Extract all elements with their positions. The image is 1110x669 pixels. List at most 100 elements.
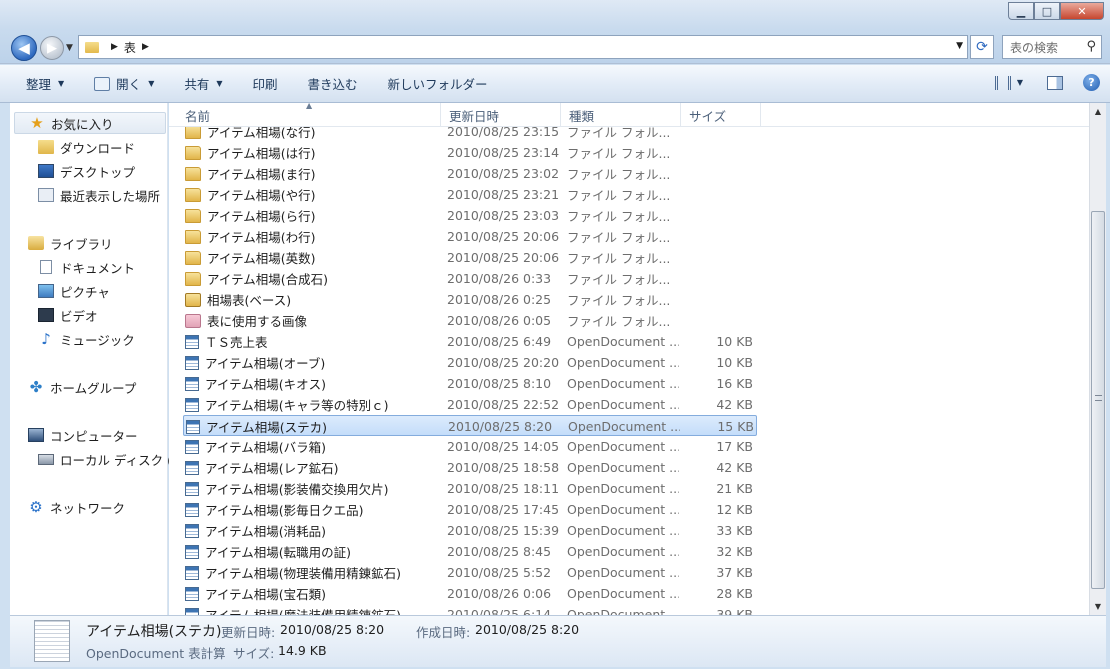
search-input[interactable]: 表の検索 ⚲	[1002, 35, 1102, 59]
nav-label: ビデオ	[60, 308, 98, 324]
file-row[interactable]: 表に使用する画像 2010/08/26 0:05 ファイル フォル...	[183, 310, 757, 331]
column-header-date[interactable]: 更新日時	[441, 103, 561, 127]
nav-homegroup[interactable]: ✤ ホームグループ	[28, 376, 137, 398]
file-list: アイテム相場(な行) 2010/08/25 23:15 ファイル フォル... アイテ…	[169, 127, 1089, 615]
file-row[interactable]: アイテム相場(オーブ) 2010/08/25 20:20 OpenDocument …	[183, 352, 757, 373]
file-row[interactable]: ＴＳ売上表 2010/08/25 6:49 OpenDocument ... 10 K…	[183, 331, 757, 352]
view-options-icon[interactable]	[994, 75, 1011, 90]
file-row[interactable]: アイテム相場(や行) 2010/08/25 23:21 ファイル フォル...	[183, 184, 757, 205]
search-icon[interactable]: ⚲	[1086, 39, 1096, 54]
file-row[interactable]: アイテム相場(ステカ) 2010/08/25 8:20 OpenDocument .…	[183, 415, 757, 436]
nav-label: ミュージック	[60, 332, 135, 348]
vertical-scrollbar[interactable]: ▲ ▼	[1089, 103, 1106, 615]
file-row[interactable]: アイテム相場(消耗品) 2010/08/25 15:39 OpenDocument …	[183, 520, 757, 541]
nav-documents[interactable]: ドキュメント	[38, 256, 135, 278]
file-row[interactable]: アイテム相場(な行) 2010/08/25 23:15 ファイル フォル...	[183, 127, 757, 142]
file-date-cell: 2010/08/25 20:06	[447, 250, 560, 265]
file-row[interactable]: アイテム相場(転職用の証) 2010/08/25 8:45 OpenDocument…	[183, 541, 757, 562]
print-button[interactable]: 印刷	[253, 74, 278, 93]
file-row[interactable]: アイテム相場(わ行) 2010/08/25 20:06 ファイル フォル...	[183, 226, 757, 247]
file-date-cell: 2010/08/25 22:52	[447, 397, 560, 412]
details-modified-label: 更新日時:	[221, 625, 276, 640]
nav-network[interactable]: ⚙ ネットワーク	[28, 496, 125, 518]
burn-button[interactable]: 書き込む	[308, 74, 358, 93]
share-button[interactable]: 共有 ▼	[184, 74, 222, 93]
file-date-cell: 2010/08/25 20:06	[447, 229, 560, 244]
file-row[interactable]: アイテム相場(は行) 2010/08/25 23:14 ファイル フォル...	[183, 142, 757, 163]
file-row[interactable]: 相場表(ベース) 2010/08/26 0:25 ファイル フォル...	[183, 289, 757, 310]
folder-icon	[185, 166, 201, 181]
nav-label: コンピューター	[50, 428, 138, 444]
refresh-button[interactable]: ⟳	[970, 35, 994, 59]
column-header-type[interactable]: 種類	[561, 103, 681, 127]
file-row[interactable]: アイテム相場(ら行) 2010/08/25 23:03 ファイル フォル...	[183, 205, 757, 226]
file-size-cell	[683, 247, 753, 268]
nav-favorites[interactable]: ★ お気に入り	[14, 112, 166, 134]
maximize-button[interactable]: □	[1034, 2, 1060, 20]
back-button[interactable]: ◀	[11, 35, 37, 61]
breadcrumb-chevron-icon[interactable]: ▶	[142, 42, 149, 52]
file-name-cell: アイテム相場(消耗品)	[185, 520, 437, 541]
new-folder-button[interactable]: 新しいフォルダー	[388, 74, 488, 93]
file-row[interactable]: アイテム相場(宝石類) 2010/08/26 0:06 OpenDocument .…	[183, 583, 757, 604]
forward-button[interactable]: ▶	[40, 36, 64, 60]
breadcrumb-item[interactable]: 表	[124, 39, 136, 56]
breadcrumb-chevron-icon[interactable]: ▶	[111, 42, 118, 52]
file-row[interactable]: アイテム相場(魔法装備用精錬鉱石) 2010/08/25 6:14 OpenDocu…	[183, 604, 757, 615]
nav-local-disk[interactable]: ローカル ディスク (	[38, 448, 172, 470]
nav-pictures[interactable]: ピクチャ	[38, 280, 110, 302]
folder-icon	[185, 208, 201, 223]
file-name: 相場表(ベース)	[207, 293, 292, 308]
nav-recent-places[interactable]: 最近表示した場所	[38, 184, 160, 206]
file-size-cell	[683, 205, 753, 226]
star-icon: ★	[30, 114, 44, 132]
nav-desktop[interactable]: デスクトップ	[38, 160, 135, 182]
file-date-cell: 2010/08/25 6:49	[447, 334, 552, 349]
folder-icon	[185, 187, 201, 202]
file-row[interactable]: アイテム相場(キオス) 2010/08/25 8:10 OpenDocument .…	[183, 373, 757, 394]
organize-button[interactable]: 整理 ▼	[26, 74, 64, 93]
file-name: アイテム相場(キオス)	[205, 377, 327, 392]
file-size-cell	[683, 127, 753, 142]
nav-music[interactable]: ♪ ミュージック	[38, 328, 135, 350]
file-row[interactable]: アイテム相場(バラ箱) 2010/08/25 14:05 OpenDocument …	[183, 436, 757, 457]
column-header-size[interactable]: サイズ	[681, 103, 761, 127]
minimize-button[interactable]: ▁	[1008, 2, 1034, 20]
recent-pages-dropdown[interactable]: ▼	[66, 43, 73, 53]
chevron-down-icon[interactable]: ▼	[1017, 78, 1023, 87]
close-button[interactable]: ✕	[1060, 2, 1104, 20]
scroll-down-arrow-icon[interactable]: ▼	[1090, 598, 1106, 615]
file-row[interactable]: アイテム相場(影毎日クエ品) 2010/08/25 17:45 OpenDocume…	[183, 499, 757, 520]
scroll-up-arrow-icon[interactable]: ▲	[1090, 103, 1106, 120]
file-date-cell: 2010/08/25 20:20	[447, 355, 560, 370]
file-name-cell: アイテム相場(ま行)	[185, 163, 437, 184]
open-button[interactable]: 開く ▼	[94, 74, 154, 93]
nav-libraries[interactable]: ライブラリ	[28, 232, 113, 254]
help-icon[interactable]: ?	[1083, 74, 1100, 91]
nav-computer[interactable]: コンピューター	[28, 424, 138, 446]
view-controls: ▼ ?	[994, 74, 1100, 91]
column-header-row: ▲ 名前 更新日時 種類 サイズ	[169, 103, 1089, 127]
file-name: アイテム相場(消耗品)	[205, 524, 327, 539]
file-type-cell: OpenDocument ...	[568, 419, 680, 434]
file-name: アイテム相場(レア鉱石)	[205, 461, 339, 476]
address-dropdown-icon[interactable]: ▼	[956, 41, 963, 51]
address-bar[interactable]: ▶ 表 ▶ ▼	[78, 35, 968, 59]
scrollbar-thumb[interactable]	[1091, 211, 1105, 589]
file-size-cell: 42 KB	[716, 397, 753, 412]
file-name: アイテム相場(物理装備用精錬鉱石)	[205, 566, 402, 581]
file-date-cell: 2010/08/25 23:15	[447, 127, 560, 139]
file-row[interactable]: アイテム相場(ま行) 2010/08/25 23:02 ファイル フォル...	[183, 163, 757, 184]
preview-pane-icon[interactable]	[1047, 75, 1063, 90]
file-row[interactable]: アイテム相場(影装備交換用欠片) 2010/08/25 18:11 OpenDocu…	[183, 478, 757, 499]
nav-videos[interactable]: ビデオ	[38, 304, 98, 326]
file-row[interactable]: アイテム相場(レア鉱石) 2010/08/25 18:58 OpenDocument…	[183, 457, 757, 478]
file-row[interactable]: アイテム相場(合成石) 2010/08/26 0:33 ファイル フォル...	[183, 268, 757, 289]
nav-downloads[interactable]: ダウンロード	[38, 136, 135, 158]
file-row[interactable]: アイテム相場(英数) 2010/08/25 20:06 ファイル フォル...	[183, 247, 757, 268]
file-row[interactable]: アイテム相場(キャラ等の特別ｃ) 2010/08/25 22:52 OpenDocu…	[183, 394, 757, 415]
column-header-name[interactable]: 名前	[177, 103, 441, 127]
file-type-cell: OpenDocument ...	[567, 355, 679, 370]
file-name: アイテム相場(わ行)	[207, 230, 316, 245]
file-row[interactable]: アイテム相場(物理装備用精錬鉱石) 2010/08/25 5:52 OpenDocu…	[183, 562, 757, 583]
